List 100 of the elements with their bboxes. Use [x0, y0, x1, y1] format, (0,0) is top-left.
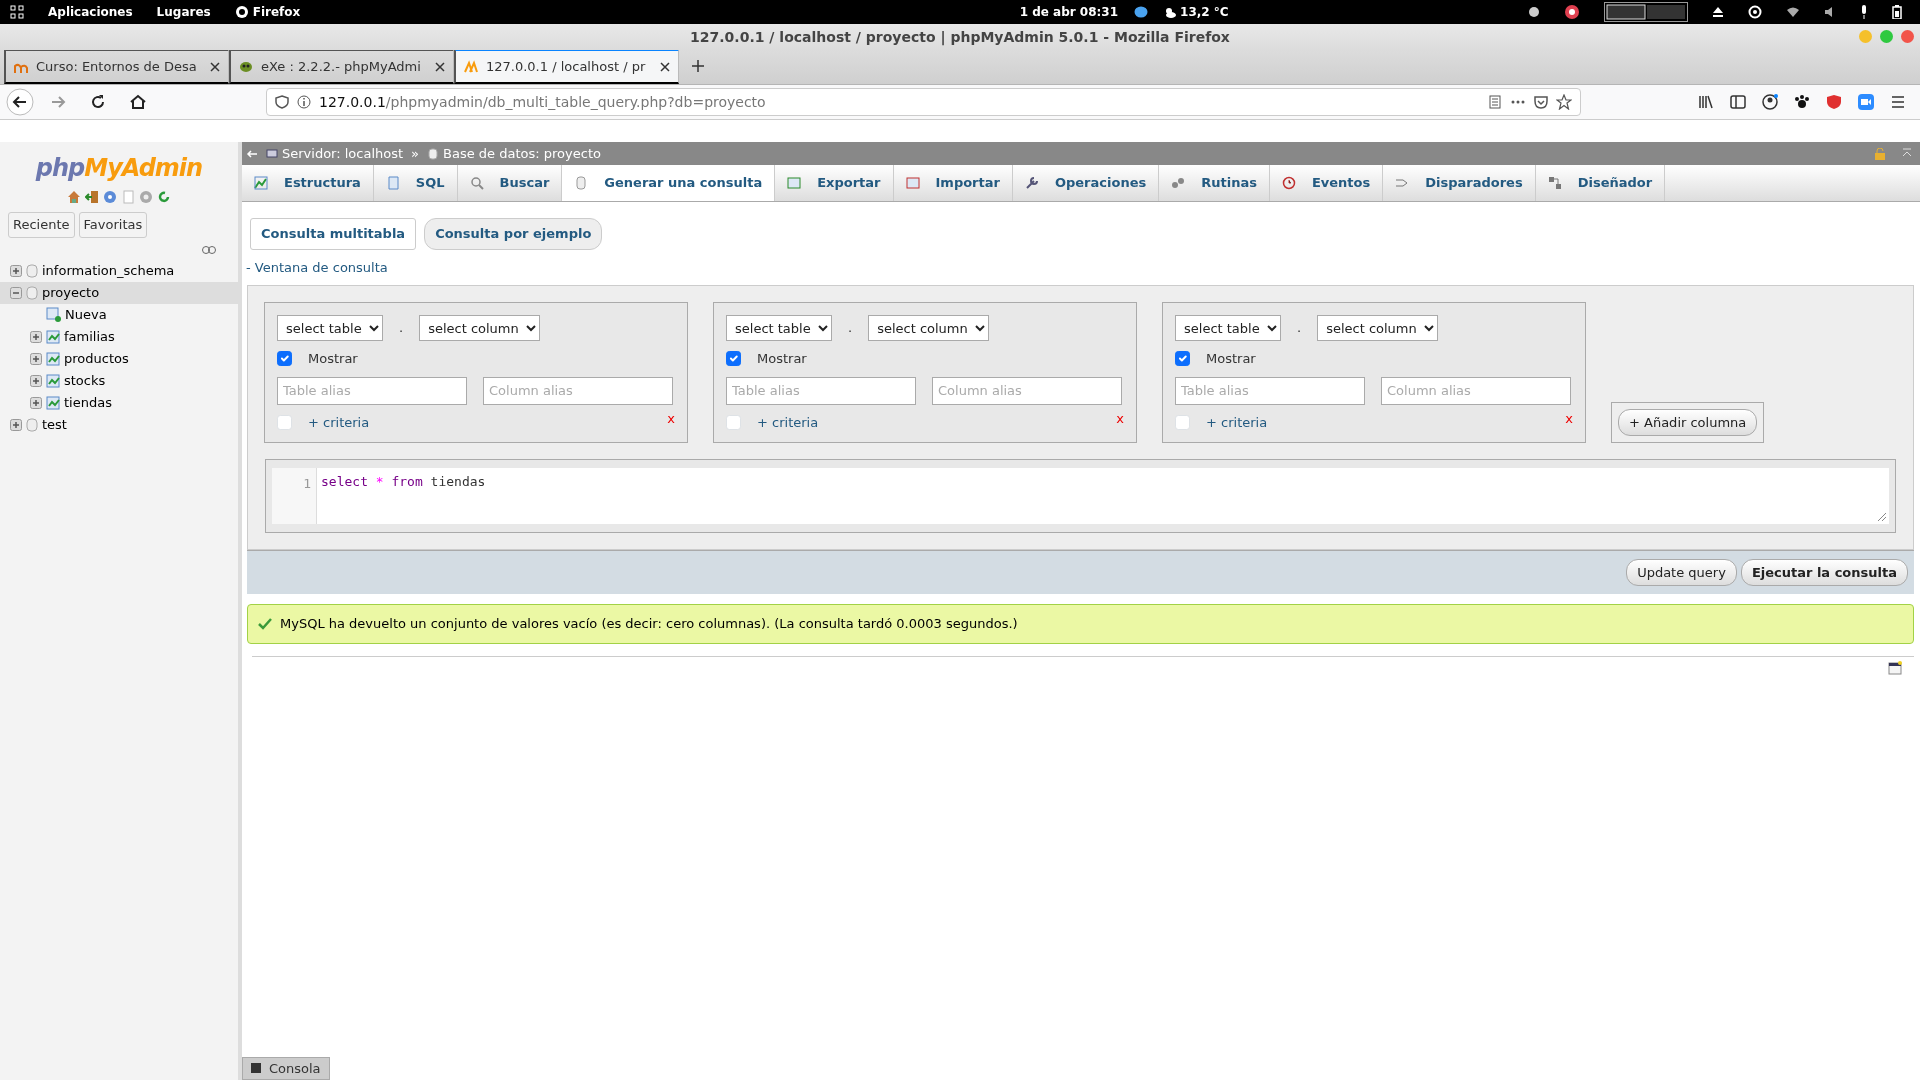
pocket-icon[interactable]: [1534, 95, 1548, 109]
logo[interactable]: phpMyAdmin: [35, 150, 203, 186]
wifi-icon[interactable]: [1786, 6, 1800, 18]
add-column-button[interactable]: + Añadir columna: [1618, 408, 1758, 436]
weather[interactable]: 13,2 °C: [1164, 3, 1229, 21]
subtab[interactable]: Consulta por ejemplo: [424, 218, 603, 250]
breadcrumb-link[interactable]: Servidor: localhost: [266, 143, 404, 164]
sidebar-icon[interactable]: [1730, 94, 1746, 110]
expand-icon[interactable]: [10, 418, 22, 431]
tree-item[interactable]: Nueva: [65, 304, 107, 325]
tab[interactable]: Eventos: [1269, 165, 1384, 201]
code-editor[interactable]: 1 select * from tiendas: [272, 468, 1889, 524]
tree-item[interactable]: information_schema: [42, 260, 175, 281]
tab[interactable]: Operaciones: [1012, 165, 1160, 201]
tab[interactable]: Estructura: [242, 165, 374, 201]
app-grid-icon[interactable]: [10, 5, 24, 19]
back-arrow-icon[interactable]: [246, 148, 258, 159]
tab[interactable]: SQL: [373, 165, 458, 201]
tab[interactable]: Exportar: [775, 165, 894, 201]
tab[interactable]: Importar: [893, 165, 1013, 201]
home-icon[interactable]: [130, 94, 146, 110]
refresh-icon[interactable]: [157, 190, 171, 204]
tree-item[interactable]: stocks: [64, 370, 106, 391]
menu-item[interactable]: Lugares: [156, 3, 211, 21]
text-field[interactable]: Column alias: [483, 376, 673, 405]
remove-link[interactable]: x: [667, 408, 675, 428]
collapse-icon[interactable]: [10, 286, 22, 299]
back-icon[interactable]: [6, 88, 34, 116]
tab[interactable]: Generar una consulta: [562, 165, 776, 201]
resize-handle-icon[interactable]: [1877, 512, 1887, 522]
help-icon[interactable]: [103, 190, 117, 204]
tree-item[interactable]: proyecto: [42, 282, 100, 303]
tree-item[interactable]: test: [42, 414, 67, 435]
paw-icon[interactable]: [1794, 94, 1810, 110]
expand-icon[interactable]: [30, 330, 42, 343]
expand-icon[interactable]: [30, 396, 42, 409]
record-icon[interactable]: [1564, 5, 1580, 19]
library-icon[interactable]: [1698, 94, 1714, 110]
close-icon[interactable]: [660, 61, 670, 72]
sidebar-button[interactable]: Favoritas: [78, 212, 148, 238]
column-select[interactable]: select column: [868, 315, 990, 341]
at-sign-icon[interactable]: [1748, 5, 1762, 19]
criteria-link[interactable]: + criteria: [1206, 412, 1268, 432]
tab[interactable]: Rutinas: [1159, 165, 1270, 201]
column-select[interactable]: select column: [419, 315, 541, 341]
checkbox[interactable]: [726, 351, 741, 367]
menu-icon[interactable]: [1890, 94, 1906, 110]
breadcrumb-link[interactable]: Base de datos: proyecto: [427, 143, 601, 164]
query-window-link[interactable]: - Ventana de consulta: [246, 259, 388, 275]
collapse-icon[interactable]: [1902, 147, 1912, 158]
battery-icon[interactable]: [1892, 5, 1902, 19]
tree-item[interactable]: tiendas: [64, 392, 112, 413]
tree-item[interactable]: familias: [64, 326, 115, 347]
browser-tab[interactable]: 127.0.0.1 / localhost / pr: [454, 49, 679, 84]
text-field[interactable]: Column alias: [1381, 376, 1571, 405]
subtab[interactable]: Consulta multitabla: [250, 218, 417, 250]
table-select[interactable]: select table: [726, 315, 832, 341]
text-field[interactable]: Table alias: [277, 376, 467, 405]
gear-icon[interactable]: [1528, 6, 1540, 18]
tab[interactable]: Diseñador: [1535, 165, 1666, 201]
microphone-icon[interactable]: [1860, 5, 1868, 19]
expand-icon[interactable]: [10, 264, 22, 277]
menu-item[interactable]: Aplicaciones: [48, 3, 133, 21]
execute-button[interactable]: Ejecutar la consulta: [1740, 558, 1908, 587]
url-field[interactable]: 127.0.0.1/phpmyadmin/db_multi_table_query.php?db=proyecto: [266, 88, 1581, 116]
video-icon[interactable]: [1858, 94, 1874, 110]
text-field[interactable]: Column alias: [932, 376, 1122, 405]
workspace-switcher-icon[interactable]: [1604, 2, 1688, 22]
tab[interactable]: Disparadores: [1383, 165, 1536, 201]
forward-icon[interactable]: [50, 94, 66, 110]
clock[interactable]: 1 de abr 08:31: [1019, 3, 1119, 21]
link-icon[interactable]: [202, 245, 216, 254]
expand-icon[interactable]: [30, 352, 42, 365]
checkbox[interactable]: [277, 351, 292, 367]
notepad-icon[interactable]: [1888, 660, 1902, 675]
logout-icon[interactable]: [85, 190, 99, 204]
sidebar-button[interactable]: Reciente: [8, 212, 75, 238]
criteria-link[interactable]: + criteria: [757, 412, 819, 432]
close-icon[interactable]: [210, 61, 220, 72]
expand-icon[interactable]: [30, 374, 42, 387]
column-select[interactable]: select column: [1317, 315, 1439, 341]
tree-item[interactable]: productos: [64, 348, 129, 369]
remove-link[interactable]: x: [1565, 408, 1573, 428]
shield-icon[interactable]: [1826, 94, 1842, 110]
close-icon[interactable]: [435, 61, 445, 72]
criteria-link[interactable]: + criteria: [308, 412, 370, 432]
console-tab[interactable]: Consola: [242, 1056, 330, 1080]
update-button[interactable]: Update query: [1626, 558, 1737, 587]
account-icon[interactable]: [1762, 94, 1778, 110]
text-field[interactable]: Table alias: [726, 376, 916, 405]
eject-icon[interactable]: [1712, 6, 1724, 18]
text-field[interactable]: Table alias: [1175, 376, 1365, 405]
star-icon[interactable]: [1556, 94, 1572, 110]
menu-item[interactable]: Firefox: [234, 3, 301, 21]
checkbox[interactable]: [1175, 351, 1190, 367]
table-select[interactable]: select table: [1175, 315, 1281, 341]
remove-link[interactable]: x: [1116, 408, 1124, 428]
table-select[interactable]: select table: [277, 315, 383, 341]
new-tab-icon[interactable]: [691, 59, 705, 73]
reload-icon[interactable]: [90, 94, 106, 110]
